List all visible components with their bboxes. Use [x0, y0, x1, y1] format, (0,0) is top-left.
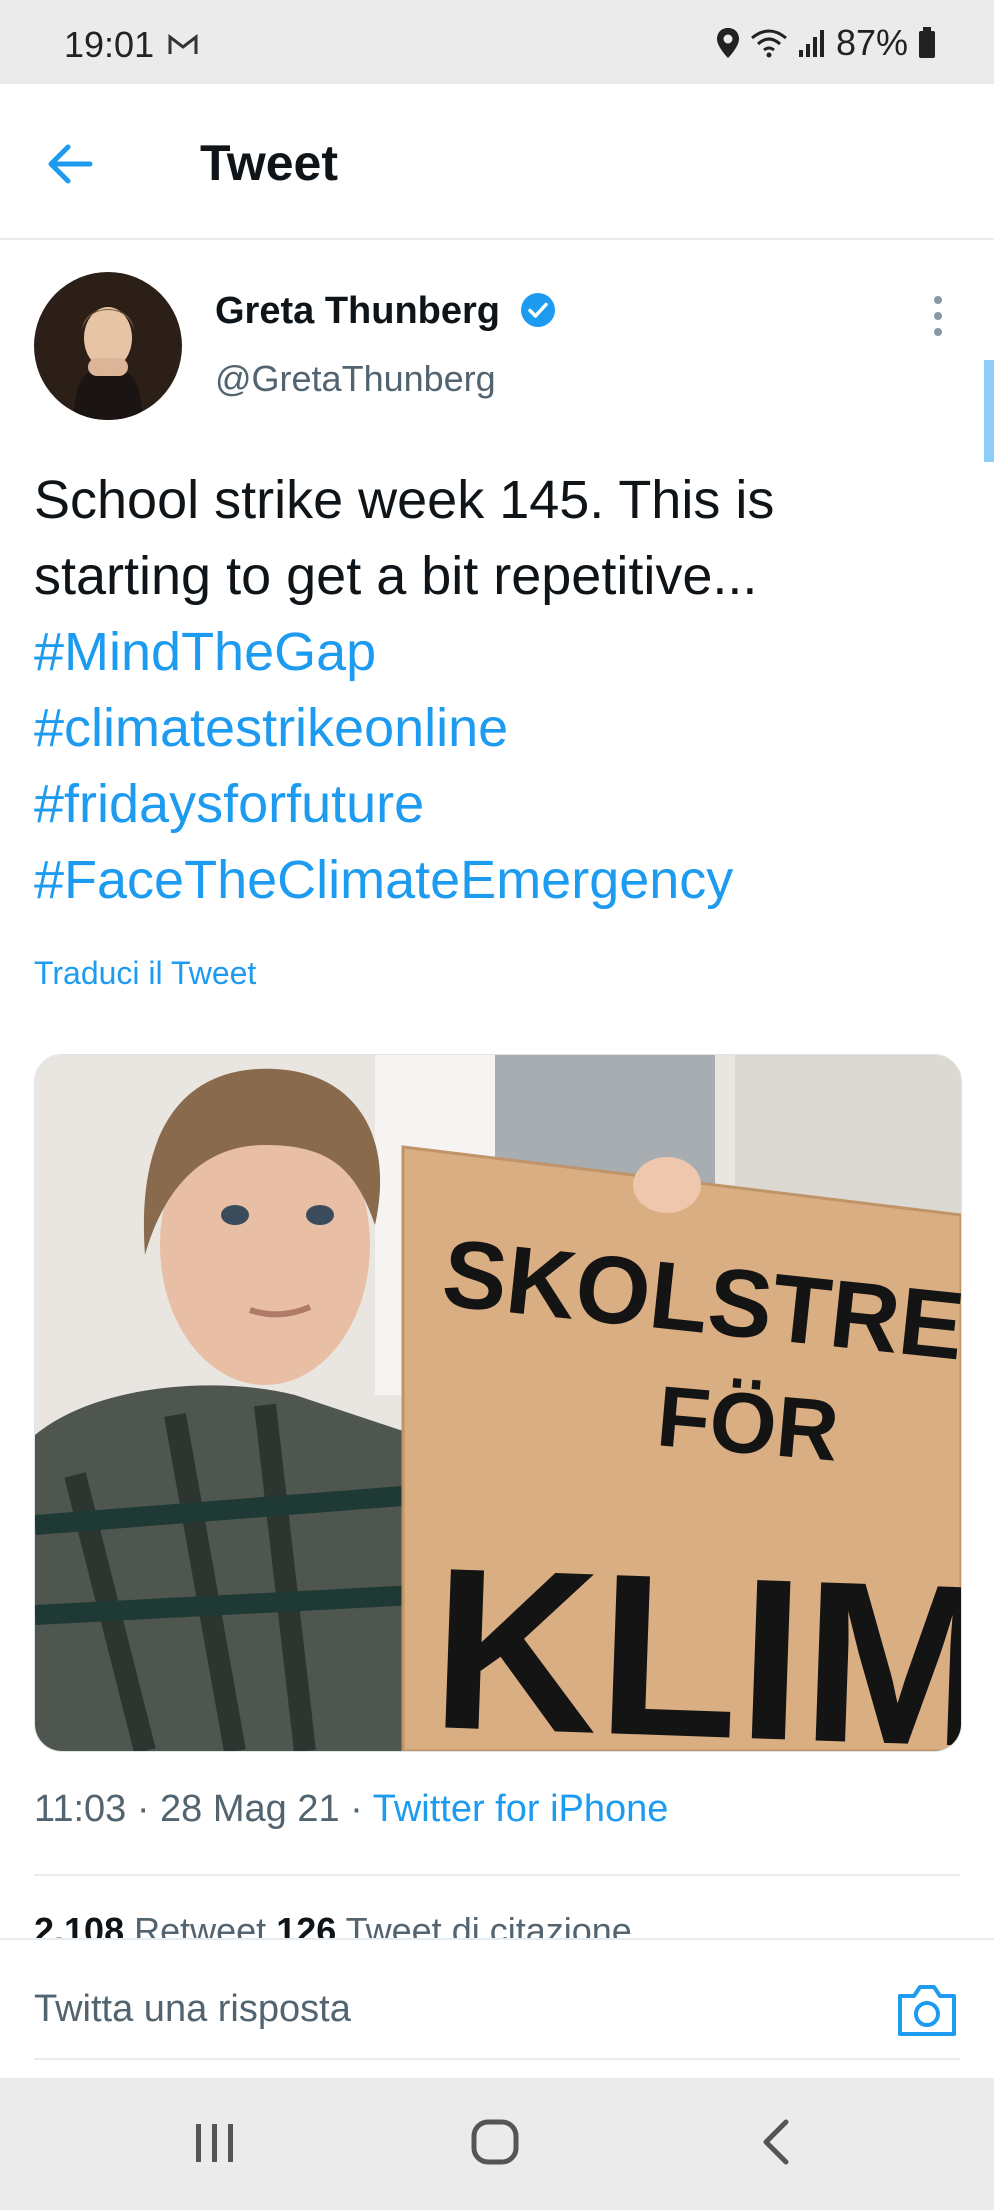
recent-apps-icon[interactable] — [190, 2118, 240, 2171]
translate-tweet-link[interactable]: Traduci il Tweet — [34, 955, 256, 992]
divider — [34, 2058, 960, 2060]
status-icons: 87% — [716, 22, 936, 64]
page-title: Tweet — [200, 135, 338, 191]
scroll-indicator[interactable] — [984, 360, 994, 462]
divider — [34, 1874, 960, 1876]
tweet-text-line: starting to get a bit repetitive... — [34, 546, 758, 606]
hashtag-link[interactable]: #climatestrikeonline — [34, 690, 954, 766]
status-time: 19:01 — [64, 24, 155, 65]
tweet-photo[interactable]: SKOLSTREJK FÖR KLIMATET — [34, 1054, 962, 1752]
avatar[interactable] — [34, 272, 182, 420]
location-icon — [716, 28, 739, 58]
app-header: Tweet — [0, 84, 994, 240]
svg-text:FÖR: FÖR — [653, 1368, 842, 1479]
tweet-text-line: School strike week 145. This is — [34, 470, 775, 530]
tweet-meta: 11:03 · 28 Mag 21 · Twitter for iPhone — [34, 1788, 668, 1831]
reply-input[interactable]: Twitta una risposta — [34, 1988, 351, 2031]
hashtag-link[interactable]: #fridaysforfuture — [34, 766, 954, 842]
hashtag-link[interactable]: #FaceTheClimateEmergency — [34, 842, 954, 918]
arrow-left-icon[interactable] — [40, 134, 100, 194]
tweet-source-link[interactable]: Twitter for iPhone — [373, 1788, 669, 1830]
camera-icon[interactable] — [896, 1982, 958, 2038]
back-icon[interactable] — [752, 2118, 802, 2171]
system-nav-bar — [0, 2078, 994, 2210]
signal-icon — [798, 30, 824, 57]
more-options-icon[interactable] — [920, 294, 956, 338]
home-icon[interactable] — [470, 2118, 520, 2171]
battery-percent: 87% — [835, 22, 908, 63]
wifi-icon — [750, 29, 787, 58]
reply-bar: Twitta una risposta — [0, 1938, 994, 2080]
author-handle[interactable]: @GretaThunberg — [215, 358, 496, 400]
tweet-text: School strike week 145. This is starting… — [34, 462, 954, 918]
battery-icon — [919, 27, 935, 58]
tweet-timestamp: 11:03 · 28 Mag 21 · — [34, 1788, 373, 1830]
status-bar: 19:01 87% — [0, 0, 994, 84]
gmail-icon — [168, 33, 198, 61]
hashtag-link[interactable]: #MindTheGap — [34, 614, 954, 690]
author-name[interactable]: Greta Thunberg — [215, 290, 500, 333]
svg-text:KLIMATET: KLIMATET — [428, 1519, 961, 1751]
verified-badge-icon — [520, 292, 556, 333]
